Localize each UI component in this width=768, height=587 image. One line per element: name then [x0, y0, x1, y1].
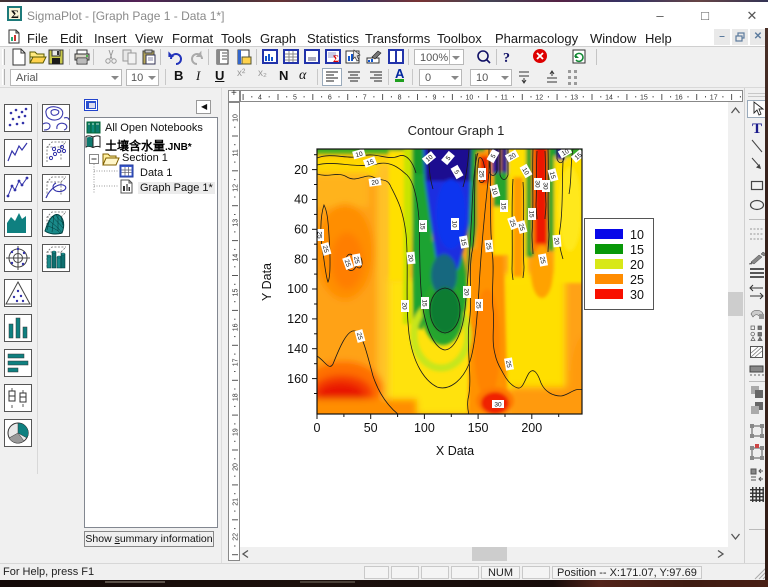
svg-text:8: 8: [398, 95, 402, 102]
svg-text:14: 14: [605, 95, 613, 102]
svg-text:13: 13: [233, 219, 240, 227]
svg-text:25: 25: [478, 170, 485, 178]
svg-text:12: 12: [535, 95, 543, 102]
svg-text:120: 120: [287, 312, 308, 326]
svg-text:Y Data: Y Data: [260, 263, 274, 301]
svg-text:25: 25: [484, 242, 492, 250]
svg-text:200: 200: [521, 421, 542, 435]
svg-text:20: 20: [406, 254, 414, 262]
svg-text:160: 160: [287, 372, 308, 386]
svg-text:100: 100: [287, 282, 308, 296]
svg-text:7: 7: [363, 95, 367, 102]
svg-text:11: 11: [233, 149, 240, 156]
svg-text:Contour Graph 1: Contour Graph 1: [408, 123, 505, 138]
svg-text:17: 17: [710, 95, 718, 102]
svg-text:10: 10: [451, 220, 458, 228]
svg-text:16: 16: [675, 95, 683, 102]
svg-text:30: 30: [494, 401, 502, 408]
svg-text:50: 50: [364, 421, 378, 435]
svg-text:0: 0: [314, 421, 321, 435]
svg-text:10: 10: [630, 228, 644, 242]
svg-text:5: 5: [293, 95, 297, 102]
svg-text:19: 19: [233, 428, 240, 436]
svg-text:Σ: Σ: [333, 54, 339, 64]
svg-text:22: 22: [233, 533, 240, 541]
svg-text:80: 80: [294, 252, 308, 266]
svg-text:20: 20: [233, 463, 240, 471]
svg-text:9: 9: [433, 95, 437, 102]
svg-text:20: 20: [552, 237, 560, 245]
svg-text:18: 18: [233, 393, 240, 401]
svg-text:11: 11: [501, 95, 508, 102]
svg-text:15: 15: [528, 210, 535, 218]
svg-text:15: 15: [630, 243, 644, 257]
svg-text:20: 20: [294, 163, 308, 177]
svg-text:100: 100: [414, 421, 435, 435]
svg-text:12: 12: [233, 184, 240, 192]
svg-text:17: 17: [233, 358, 240, 366]
svg-text:4: 4: [258, 95, 262, 102]
svg-text:21: 21: [233, 498, 240, 506]
svg-text:150: 150: [468, 421, 489, 435]
svg-text:14: 14: [233, 254, 240, 262]
svg-text:15: 15: [640, 95, 648, 102]
svg-text:16: 16: [233, 323, 240, 331]
svg-text:10: 10: [466, 95, 474, 102]
svg-text:20: 20: [371, 179, 380, 187]
svg-text:6: 6: [328, 95, 332, 102]
svg-text:25: 25: [475, 301, 482, 309]
svg-text:T: T: [752, 121, 762, 137]
svg-text:?: ?: [503, 51, 510, 66]
svg-text:13: 13: [570, 95, 578, 102]
svg-text:15: 15: [233, 289, 240, 297]
svg-text:30: 30: [534, 180, 541, 188]
svg-text:20: 20: [401, 302, 408, 310]
svg-text:25: 25: [630, 273, 644, 287]
svg-text:20: 20: [630, 258, 644, 272]
svg-text:20: 20: [463, 288, 470, 296]
svg-text:40: 40: [294, 193, 308, 207]
svg-text:140: 140: [287, 342, 308, 356]
svg-text:X Data: X Data: [436, 444, 474, 458]
svg-text:30: 30: [542, 182, 549, 190]
svg-text:30: 30: [630, 288, 644, 302]
svg-text:15: 15: [419, 222, 426, 230]
svg-text:15: 15: [421, 299, 428, 307]
svg-text:15: 15: [500, 202, 507, 210]
svg-text:10: 10: [233, 114, 240, 122]
svg-text:60: 60: [294, 223, 308, 237]
